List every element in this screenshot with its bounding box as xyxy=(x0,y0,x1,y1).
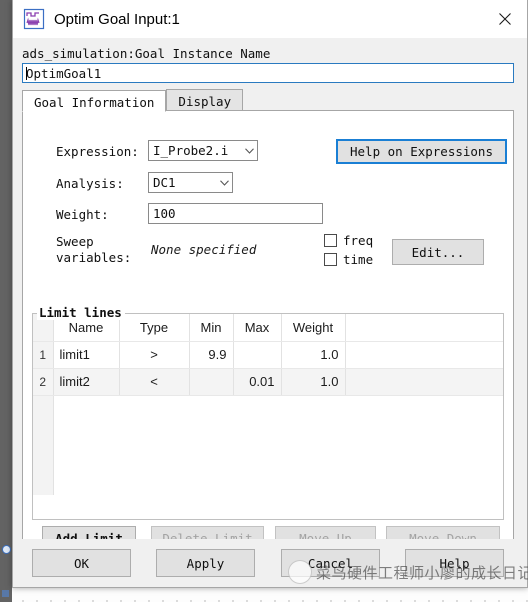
close-icon[interactable] xyxy=(483,0,527,38)
row-index: 2 xyxy=(33,368,54,396)
expression-combobox[interactable]: I_Probe2.i xyxy=(148,140,258,161)
weight-value: 100 xyxy=(153,206,176,221)
expression-label: Expression: xyxy=(56,144,139,159)
dialog-footer: OK Apply Cancel Help xyxy=(13,539,527,587)
empty-cells xyxy=(53,395,503,495)
instance-name-label: ads_simulation:Goal Instance Name xyxy=(22,46,271,61)
checkbox-time-label: time xyxy=(343,252,374,267)
limit-lines-group-title: Limit lines xyxy=(37,305,125,320)
cell-type[interactable]: > xyxy=(119,341,190,369)
cell-name[interactable]: limit1 xyxy=(53,341,120,369)
checkbox-freq[interactable]: freq xyxy=(324,233,373,248)
left-toolbar-gutter xyxy=(0,0,12,602)
analysis-value: DC1 xyxy=(153,175,176,190)
edit-sweep-button[interactable]: Edit... xyxy=(392,239,484,265)
analysis-combobox[interactable]: DC1 xyxy=(148,172,233,193)
checkbox-freq-box xyxy=(324,234,337,247)
column-header-weight[interactable]: Weight xyxy=(281,314,346,342)
dialog-titlebar: Optim Goal Input:1 xyxy=(13,0,527,38)
cancel-button[interactable]: Cancel xyxy=(281,549,380,577)
weight-label: Weight: xyxy=(56,207,109,222)
dialog-body: ads_simulation:Goal Instance Name OptimG… xyxy=(13,38,527,587)
column-header-type[interactable]: Type xyxy=(119,314,190,342)
sweep-variables-label-line2: variables: xyxy=(56,250,132,265)
dialog-title: Optim Goal Input:1 xyxy=(54,10,180,28)
column-header-min[interactable]: Min xyxy=(189,314,234,342)
row-index: 1 xyxy=(33,341,54,369)
checkbox-freq-label: freq xyxy=(343,233,374,248)
optim-goal-input-dialog: Optim Goal Input:1 ads_simulation:Goal I… xyxy=(12,0,528,588)
tab-display[interactable]: Display xyxy=(166,89,244,111)
weight-input[interactable]: 100 xyxy=(148,203,323,224)
help-on-expressions-label: Help on Expressions xyxy=(350,144,493,159)
cell-min[interactable] xyxy=(189,368,234,396)
goal-information-panel: Expression: I_Probe2.i Analysis: DC1 Wei… xyxy=(22,110,514,565)
cell-name[interactable]: limit2 xyxy=(53,368,120,396)
expression-value: I_Probe2.i xyxy=(153,143,229,158)
component-square-icon xyxy=(2,590,9,597)
apply-button[interactable]: Apply xyxy=(156,549,255,577)
ok-button-label: OK xyxy=(73,555,90,571)
tab-goal-information[interactable]: Goal Information xyxy=(22,90,167,112)
table-row[interactable]: 2 limit2 < 0.01 1.0 xyxy=(33,368,503,396)
analysis-label: Analysis: xyxy=(56,176,124,191)
cell-max[interactable] xyxy=(233,341,282,369)
help-button[interactable]: Help xyxy=(405,549,504,577)
sweep-variables-value: None specified xyxy=(151,242,257,257)
table-empty-area xyxy=(33,395,503,495)
sweep-variables-label-line1: Sweep xyxy=(56,234,94,249)
checkbox-time-box xyxy=(324,253,337,266)
cell-type[interactable]: < xyxy=(119,368,190,396)
tab-strip: Goal Information Display xyxy=(22,89,514,112)
column-header-max[interactable]: Max xyxy=(233,314,282,342)
cell-weight[interactable]: 1.0 xyxy=(281,368,346,396)
edit-sweep-button-label: Edit... xyxy=(411,244,465,260)
tab-display-label: Display xyxy=(178,94,232,109)
cancel-button-label: Cancel xyxy=(307,555,354,571)
tab-goal-information-label: Goal Information xyxy=(34,94,155,110)
ok-button[interactable]: OK xyxy=(32,549,131,577)
instance-name-value: OptimGoal1 xyxy=(26,66,102,81)
instance-name-input[interactable]: OptimGoal1 xyxy=(22,63,514,83)
cell-filler xyxy=(345,341,503,369)
cell-filler xyxy=(345,368,503,396)
help-on-expressions-button[interactable]: Help on Expressions xyxy=(336,139,507,164)
cell-weight[interactable]: 1.0 xyxy=(281,341,346,369)
table-row[interactable]: 1 limit1 > 9.9 1.0 xyxy=(33,341,503,369)
port-dot-icon xyxy=(2,545,11,554)
cell-min[interactable]: 9.9 xyxy=(189,341,234,369)
waveform-icon xyxy=(23,8,45,30)
row-index-empty xyxy=(33,395,54,495)
limit-lines-table[interactable]: Name Type Min Max Weight 1 limit1 > 9.9 xyxy=(33,314,503,495)
apply-button-label: Apply xyxy=(186,555,225,571)
chevron-down-icon xyxy=(216,179,232,186)
column-header-filler xyxy=(345,314,503,342)
chevron-down-icon xyxy=(241,147,257,154)
checkbox-time[interactable]: time xyxy=(324,252,373,267)
cell-max[interactable]: 0.01 xyxy=(233,368,282,396)
help-button-label: Help xyxy=(439,555,470,571)
